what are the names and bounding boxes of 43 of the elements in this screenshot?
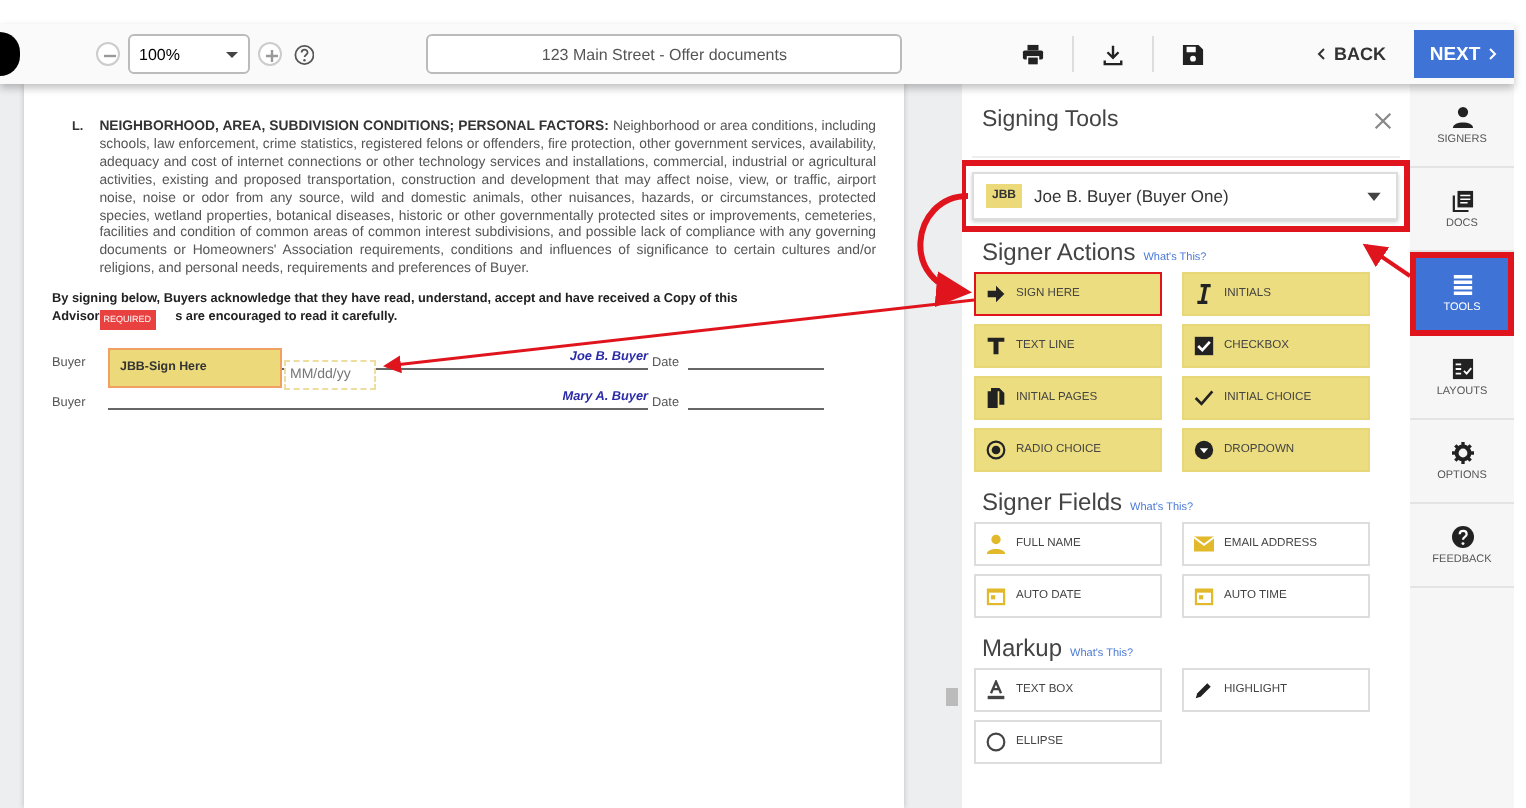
- person-icon: [1451, 105, 1473, 127]
- document-title-field: 123 Main Street - Offer documents: [426, 34, 902, 74]
- italic-icon: [1194, 284, 1214, 304]
- text-icon: [986, 336, 1006, 356]
- calendar-icon: [986, 586, 1006, 606]
- next-button[interactable]: NEXT: [1414, 30, 1514, 78]
- pen-icon: [1194, 680, 1214, 700]
- print-icon[interactable]: [1022, 43, 1044, 65]
- close-button[interactable]: [1372, 109, 1394, 131]
- panel-title: Signing Tools: [982, 108, 1119, 132]
- arrow-icon: [986, 284, 1006, 304]
- envelope-icon: [1194, 534, 1214, 554]
- download-icon[interactable]: [1102, 43, 1124, 65]
- chevron-right-icon: [1486, 44, 1499, 64]
- annotation-arrow: [1362, 243, 1412, 278]
- signer-name: Joe B. Buyer (Buyer One): [1034, 186, 1231, 206]
- radio-icon: [986, 440, 1006, 460]
- list-icon: [1451, 273, 1473, 295]
- help-icon: [1451, 525, 1473, 547]
- chevron-left-icon: [1316, 44, 1328, 64]
- section-title: Signer Fields: [982, 488, 1123, 516]
- layout-icon: [1451, 357, 1473, 379]
- person-icon: [986, 534, 1006, 554]
- zoom-out-button[interactable]: [95, 42, 119, 66]
- checkmark-icon: [1194, 388, 1214, 408]
- pages-icon: [986, 388, 1006, 408]
- calendar-icon: [1194, 586, 1214, 606]
- checkbox-icon: [1194, 336, 1214, 356]
- close-icon: [1372, 109, 1394, 131]
- section-title: Markup: [982, 634, 1063, 662]
- documents-icon: [1451, 189, 1473, 211]
- zoom-dropdown[interactable]: 100%: [127, 34, 250, 74]
- dropdown-icon: [1194, 440, 1214, 460]
- save-icon[interactable]: [1182, 43, 1204, 65]
- zoom-in-button[interactable]: [257, 42, 282, 66]
- logo-icon: [0, 32, 19, 76]
- settings-icon: [1451, 441, 1473, 463]
- circle-icon: [986, 732, 1006, 752]
- text-format-icon: [986, 680, 1006, 700]
- help-icon[interactable]: [293, 43, 315, 65]
- scrollbar[interactable]: [944, 84, 962, 808]
- section-title: Signer Actions: [982, 238, 1136, 266]
- back-button[interactable]: BACK: [1316, 44, 1386, 64]
